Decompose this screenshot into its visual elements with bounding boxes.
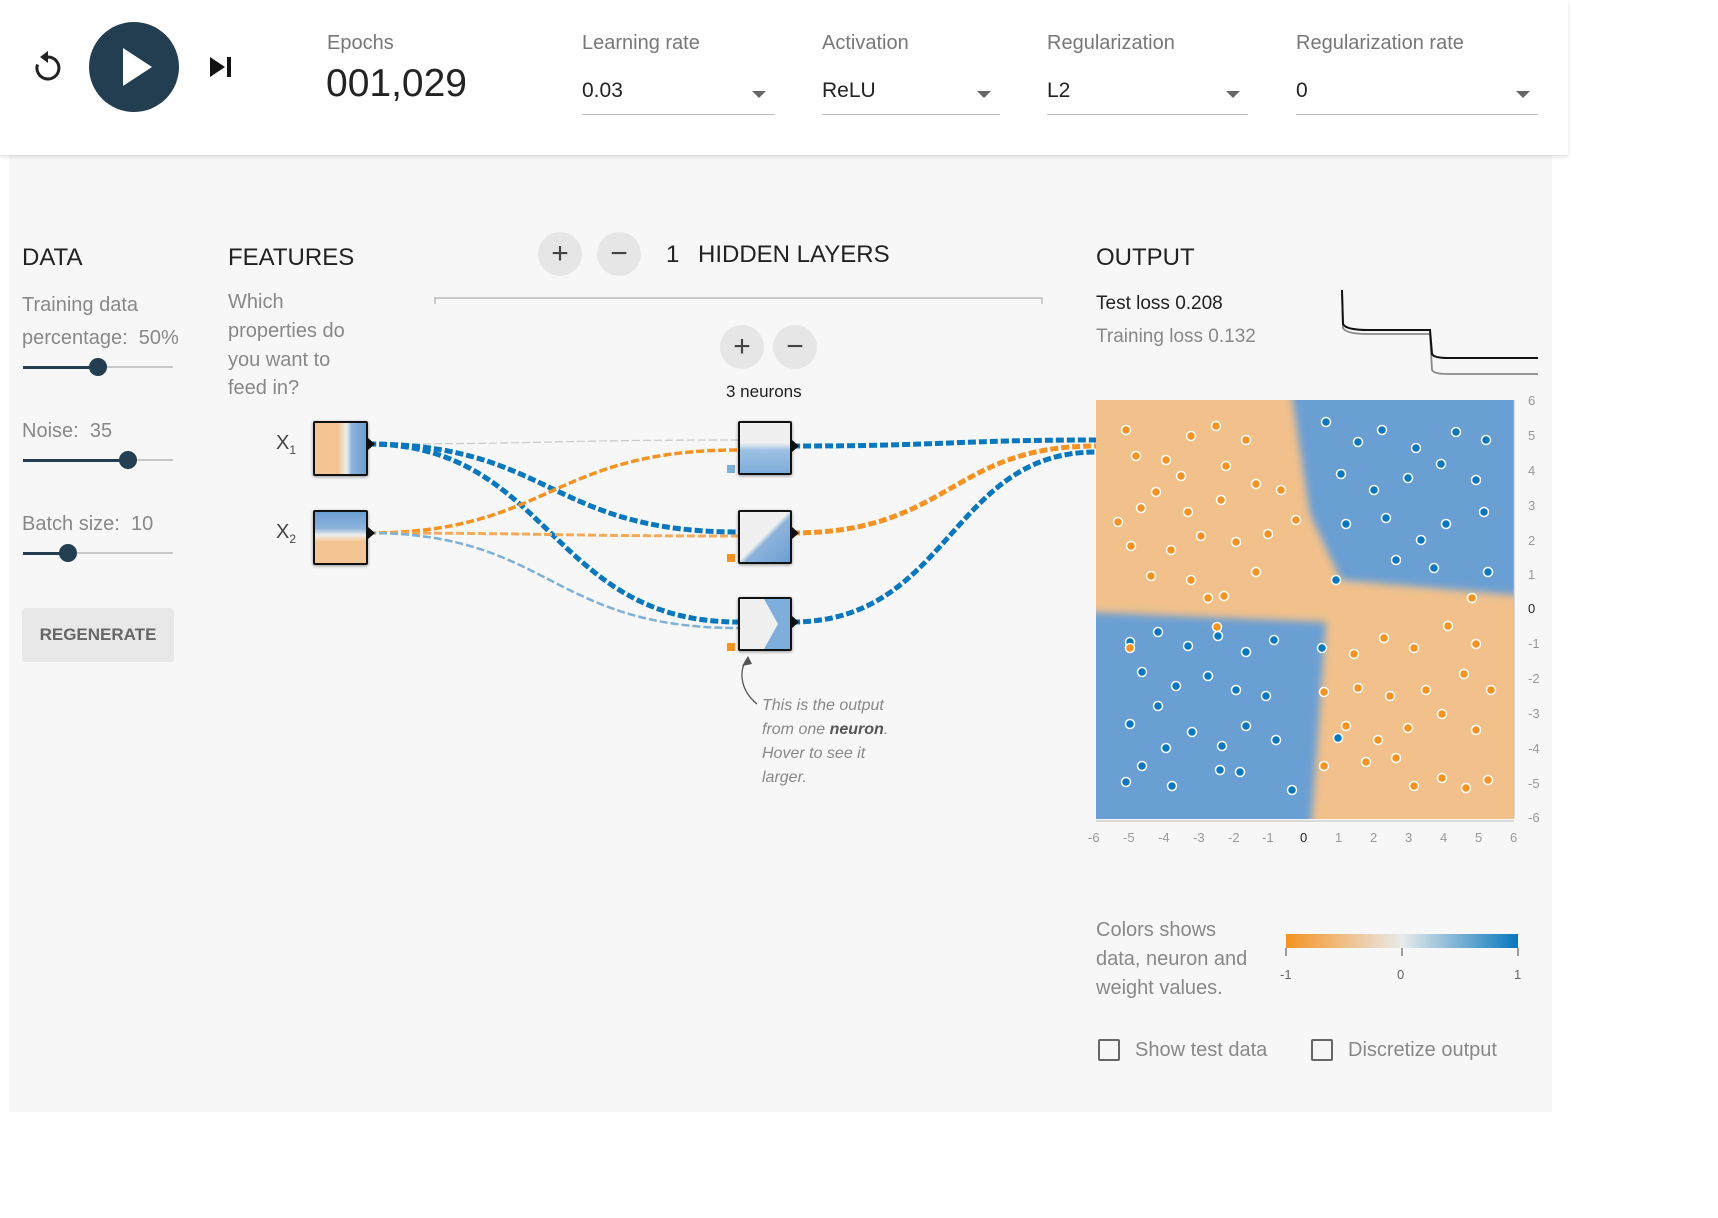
link-x2-n1[interactable] xyxy=(367,448,739,535)
top-controls-bar: Epochs 001,029 Learning rate 0.03 Activa… xyxy=(0,0,1568,155)
play-button[interactable] xyxy=(89,22,179,112)
legend-mid: 0 xyxy=(1397,967,1405,982)
test-loss: Test loss 0.208 xyxy=(1096,293,1223,314)
neuron-annotation: This is the output from one neuron. Hove… xyxy=(762,694,888,790)
x-axis: -6 -5 -4 -3 -2 -1 0 1 2 3 4 5 6 xyxy=(1088,830,1518,845)
link-n1-out[interactable] xyxy=(791,437,1097,449)
discretize-output-label[interactable]: Discretize output xyxy=(1348,1039,1497,1062)
feature-node-x1[interactable] xyxy=(313,421,368,476)
activation-value: ReLU xyxy=(822,79,876,102)
chevron-down-icon xyxy=(752,91,766,98)
bias-n1[interactable] xyxy=(727,465,735,473)
neuron-1[interactable] xyxy=(738,421,792,475)
step-icon[interactable] xyxy=(208,55,236,81)
bias-n3[interactable] xyxy=(727,643,735,651)
chevron-down-icon xyxy=(1516,91,1530,98)
color-scale-bar xyxy=(1286,934,1518,948)
chevron-down-icon xyxy=(977,91,991,98)
activation-select[interactable]: ReLU xyxy=(822,76,1000,116)
reset-icon[interactable] xyxy=(30,50,66,86)
chevron-down-icon xyxy=(1226,91,1240,98)
annotation-line1: This is the output xyxy=(762,697,884,714)
legend-max: 1 xyxy=(1514,967,1522,982)
link-n3-out[interactable] xyxy=(791,449,1097,625)
link-x1-n2[interactable] xyxy=(367,441,739,535)
output-title: OUTPUT xyxy=(1096,244,1195,271)
regularization-rate-value: 0 xyxy=(1296,79,1308,102)
legend-min: -1 xyxy=(1280,967,1292,982)
training-loss: Training loss 0.132 xyxy=(1096,326,1256,347)
color-legend-text: Colors shows data, neuron and weight val… xyxy=(1096,919,1248,999)
annotation-line3: Hover to see it xyxy=(762,745,866,762)
learning-rate-value: 0.03 xyxy=(582,79,623,102)
learning-rate-select[interactable]: 0.03 xyxy=(582,76,775,116)
annotation-line4: larger. xyxy=(762,769,807,786)
epochs-value: 001,029 xyxy=(326,62,467,105)
bias-n2[interactable] xyxy=(727,554,735,562)
regularization-rate-select[interactable]: 0 xyxy=(1296,76,1538,116)
link-x1-n1[interactable] xyxy=(367,439,739,445)
regularization-rate-label: Regularization rate xyxy=(1296,32,1464,54)
annotation-line2: from one neuron. xyxy=(762,721,889,738)
regularization-select[interactable]: L2 xyxy=(1047,76,1248,116)
epochs-label: Epochs xyxy=(327,32,394,54)
output-heatmap[interactable] xyxy=(1096,400,1514,819)
discretize-output-checkbox[interactable] xyxy=(1311,1039,1333,1061)
y-axis: 6 5 4 3 2 1 0 -1 -2 -3 -4 -5 -6 xyxy=(1528,393,1540,825)
show-test-data-checkbox[interactable] xyxy=(1098,1039,1120,1061)
neuron-2[interactable] xyxy=(738,510,792,564)
play-icon xyxy=(123,48,152,86)
neuron-3[interactable] xyxy=(738,597,792,651)
feature-node-x2[interactable] xyxy=(313,510,368,565)
loss-curve-chart xyxy=(1341,289,1538,375)
activation-label: Activation xyxy=(822,32,909,54)
regularization-label: Regularization xyxy=(1047,32,1175,54)
learning-rate-label: Learning rate xyxy=(582,32,700,54)
show-test-data-label[interactable]: Show test data xyxy=(1135,1039,1267,1062)
regularization-value: L2 xyxy=(1047,79,1071,102)
